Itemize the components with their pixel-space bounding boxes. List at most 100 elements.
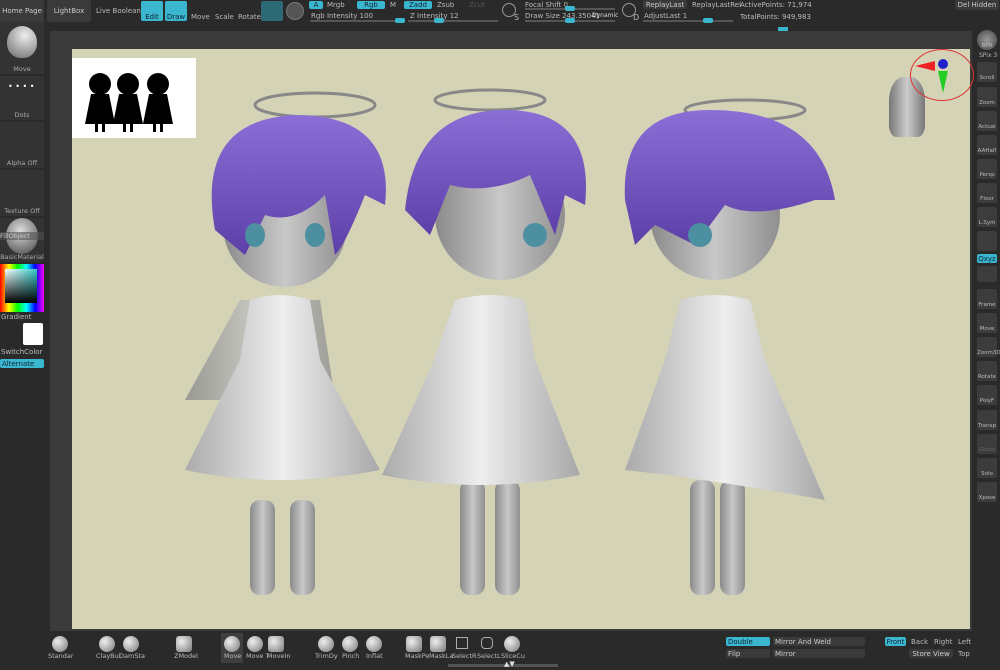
xyz-button[interactable]: Qxyz bbox=[977, 254, 997, 263]
zoom-button[interactable]: Zoom bbox=[977, 87, 997, 107]
scale-button[interactable]: Scale bbox=[215, 13, 234, 21]
secondary-color-swatch[interactable] bbox=[23, 323, 43, 345]
brush-pinch-icon[interactable] bbox=[342, 636, 358, 652]
alpha-slot[interactable]: Alpha Off bbox=[0, 122, 44, 168]
edit-label: Edit bbox=[145, 13, 159, 21]
brush-inflate-icon[interactable] bbox=[366, 636, 382, 652]
spix-label[interactable]: SPix 3 bbox=[979, 52, 997, 59]
rgb-intensity-label: Rgb Intensity 100 bbox=[311, 12, 374, 20]
zadd-button[interactable]: Zadd bbox=[404, 1, 432, 9]
zcut-button[interactable]: Zcut bbox=[469, 1, 485, 9]
right-view-button[interactable]: Right bbox=[934, 638, 952, 646]
brush-zmodeler-icon[interactable] bbox=[176, 636, 192, 652]
brush-standard-icon[interactable] bbox=[52, 636, 68, 652]
flip-button[interactable]: Flip bbox=[726, 649, 770, 658]
scroll-button[interactable]: Scroll bbox=[977, 62, 997, 82]
brush-icon bbox=[7, 26, 37, 58]
local-button[interactable] bbox=[977, 266, 997, 282]
bottom-shelf-scrollbar[interactable] bbox=[448, 664, 558, 667]
m-button[interactable]: M bbox=[390, 1, 396, 9]
persp-button[interactable]: Persp bbox=[977, 159, 997, 179]
brush-maskpen-icon[interactable] bbox=[406, 636, 422, 652]
brush-slicecurve-icon[interactable] bbox=[504, 636, 520, 652]
rgb-intensity-slider[interactable] bbox=[310, 18, 405, 23]
solo-button[interactable]: Solo bbox=[977, 458, 997, 478]
draw-size-slider[interactable] bbox=[525, 18, 615, 23]
transp-button[interactable]: Transp bbox=[977, 410, 997, 430]
brush-slot[interactable]: Move bbox=[0, 22, 44, 74]
rotate-button[interactable]: Rotate bbox=[238, 13, 261, 21]
brush-move-icon[interactable] bbox=[224, 636, 240, 652]
brush-maskpen-label: MaskPe bbox=[405, 652, 430, 660]
home-page-button[interactable]: Home Page bbox=[0, 0, 44, 22]
material-icon[interactable] bbox=[286, 2, 304, 20]
brush-moveinfinite-label: MoveIn bbox=[267, 652, 291, 660]
material-slot[interactable]: FillObject BasicMaterial bbox=[0, 218, 44, 262]
del-hidden-button[interactable]: Del Hidden bbox=[955, 0, 999, 10]
z-intensity-slider[interactable] bbox=[408, 18, 498, 23]
fill-object-label[interactable]: FillObject bbox=[0, 232, 44, 240]
actual-button[interactable]: Actual bbox=[977, 111, 997, 131]
live-boolean-button[interactable]: Live Boolean bbox=[96, 7, 141, 15]
brush-claybuildup-icon[interactable] bbox=[99, 636, 115, 652]
brush-damstandard-icon[interactable] bbox=[123, 636, 139, 652]
lsym-button[interactable]: L.Sym bbox=[977, 207, 997, 227]
lightbox-button[interactable]: LightBox bbox=[47, 0, 91, 22]
double-button[interactable]: Double bbox=[726, 637, 770, 646]
move-button[interactable]: Move bbox=[191, 13, 210, 21]
dynamic-button[interactable]: Dynamic bbox=[592, 12, 618, 19]
polyf-button[interactable]: PolyF bbox=[977, 385, 997, 405]
brush-masklasso-label: MaskLa bbox=[429, 652, 454, 660]
alternate-button[interactable]: Alternate bbox=[0, 359, 44, 368]
sphere-icon[interactable] bbox=[261, 1, 283, 21]
lock-button[interactable] bbox=[977, 231, 997, 251]
draw-label: Draw bbox=[166, 13, 186, 21]
frame-button[interactable]: Frame bbox=[977, 289, 997, 309]
adjust-last-label: AdjustLast 1 bbox=[644, 12, 688, 20]
adjust-last-slider[interactable] bbox=[643, 18, 733, 23]
rgb-button[interactable]: Rgb bbox=[357, 1, 385, 9]
bpr-button[interactable]: BPR bbox=[977, 30, 997, 50]
draw-button[interactable]: Draw bbox=[165, 1, 187, 21]
ghost-button[interactable]: Ghost bbox=[977, 434, 997, 454]
brush-moveinfinite-icon[interactable] bbox=[268, 636, 284, 652]
store-view-button[interactable]: Store View bbox=[909, 649, 953, 658]
shelf-toggle-arrows-icon[interactable]: ▲▼ bbox=[504, 660, 515, 668]
brush-selectlasso-icon[interactable] bbox=[481, 637, 493, 649]
switch-color-button[interactable]: SwitchColor bbox=[1, 348, 42, 356]
zsub-button[interactable]: Zsub bbox=[437, 1, 454, 9]
edit-button[interactable]: Edit bbox=[141, 1, 163, 21]
back-view-button[interactable]: Back bbox=[911, 638, 928, 646]
gizmo-blue-dot bbox=[938, 59, 948, 69]
dots-icon: • • • • bbox=[8, 82, 35, 91]
floor-button[interactable]: Floor bbox=[977, 183, 997, 203]
color-picker[interactable] bbox=[0, 264, 44, 312]
front-view-button[interactable]: Front bbox=[885, 637, 906, 646]
replay-last-button[interactable]: ReplayLast bbox=[643, 0, 687, 9]
brush-zmodeler-label: ZModel bbox=[174, 652, 198, 660]
stroke-slot[interactable]: • • • • Dots bbox=[0, 76, 44, 120]
texture-slot[interactable]: Texture Off bbox=[0, 170, 44, 216]
aahalf-button[interactable]: AAHalf bbox=[977, 135, 997, 155]
viewport-canvas[interactable] bbox=[72, 49, 974, 629]
brush-movetopo-icon[interactable] bbox=[247, 636, 263, 652]
brush-trimdynamic-icon[interactable] bbox=[318, 636, 334, 652]
mirror-and-weld-button[interactable]: Mirror And Weld bbox=[773, 637, 865, 646]
focal-shift-slider[interactable] bbox=[525, 6, 615, 11]
draw-size-label: Draw Size 243.35041 bbox=[525, 12, 600, 20]
top-view-button[interactable]: Top bbox=[958, 650, 970, 658]
gizmo-red-arrow bbox=[915, 61, 935, 71]
replay-last-rel-button[interactable]: ReplayLastRel bbox=[692, 1, 741, 9]
xpose-button[interactable]: Xpose bbox=[977, 482, 997, 502]
mirror-button[interactable]: Mirror bbox=[773, 649, 865, 658]
rotate-view-button[interactable]: Rotate bbox=[977, 361, 997, 381]
brush-selectrect-icon[interactable] bbox=[456, 637, 468, 649]
brush-selectlasso-label: SelectL bbox=[477, 652, 501, 660]
a-button[interactable]: A bbox=[309, 1, 323, 9]
brush-masklasso-icon[interactable] bbox=[430, 636, 446, 652]
left-view-button[interactable]: Left bbox=[958, 638, 971, 646]
mrgb-button[interactable]: Mrgb bbox=[327, 1, 345, 9]
gradient-label[interactable]: Gradient bbox=[1, 313, 31, 321]
move-view-button[interactable]: Move bbox=[977, 313, 997, 333]
zoom3d-button[interactable]: Zoom3D bbox=[977, 337, 1000, 357]
